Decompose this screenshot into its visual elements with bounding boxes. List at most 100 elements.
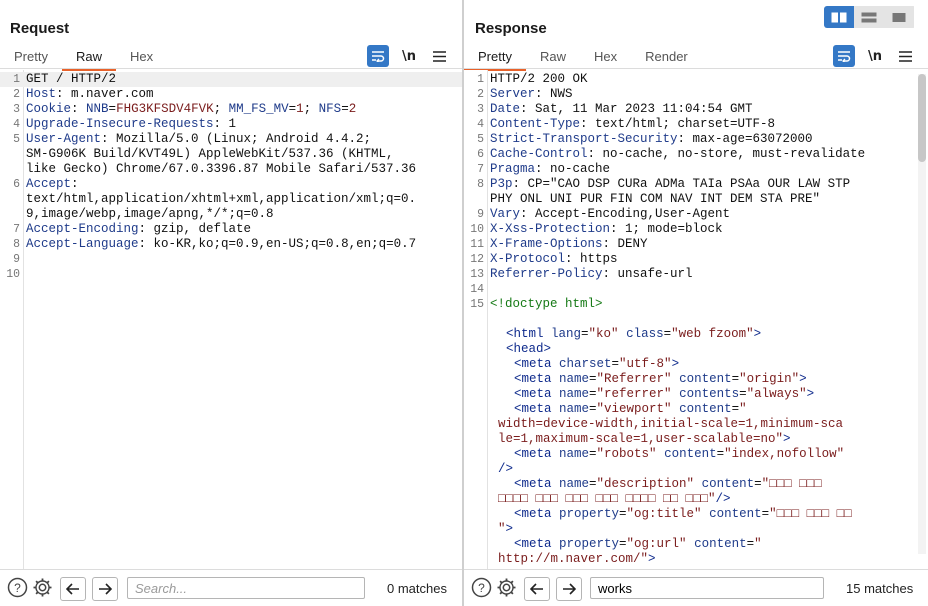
request-next-match-button[interactable] — [92, 577, 118, 601]
response-code-line[interactable]: <meta name="referrer" contents="always"> — [464, 387, 928, 402]
request-code-line[interactable]: like Gecko) Chrome/67.0.3396.87 Mobile S… — [0, 162, 462, 177]
request-prev-match-button[interactable] — [60, 577, 86, 601]
code-token: <meta — [514, 372, 560, 386]
response-editor[interactable]: 1 HTTP/2 200 OK 2 Server: NWS 3 Date: Sat, 11… — [464, 70, 928, 570]
request-code-line[interactable]: 6 Accept: — [0, 177, 462, 192]
response-code-line[interactable]: <meta name="description" content="□□□ □□… — [464, 477, 928, 492]
line-number: 4 — [13, 118, 20, 131]
request-help-button[interactable]: ? — [6, 576, 28, 598]
request-code-line[interactable]: 4 Upgrade-Insecure-Requests: 1 — [0, 117, 462, 132]
request-newline-toggle[interactable]: \n — [398, 45, 420, 67]
response-code-line[interactable] — [464, 312, 928, 327]
response-code-line[interactable]: http://m.naver.com/"> — [464, 552, 928, 567]
response-code-line[interactable]: 6 Cache-Control: no-cache, no-store, must… — [464, 147, 928, 162]
layout-side-by-side-button[interactable] — [824, 6, 854, 28]
response-code-line[interactable]: 11 X-Frame-Options: DENY — [464, 237, 928, 252]
line-text: Server: NWS — [490, 87, 573, 102]
code-token: : — [71, 102, 87, 116]
code-token: = — [341, 102, 349, 116]
request-code-line[interactable]: 2 Host: m.naver.com — [0, 87, 462, 102]
response-code-line[interactable]: <meta name="robots" content="index,nofol… — [464, 447, 928, 462]
request-code-line[interactable]: 9,image/webp,image/apng,*/*;q=0.8 — [0, 207, 462, 222]
code-token: "always" — [746, 387, 807, 401]
request-search-input[interactable] — [127, 577, 365, 599]
response-code-line[interactable]: 8 P3p: CP="CAO DSP CURa ADMa TAIa PSAa OU… — [464, 177, 928, 192]
response-code-line[interactable]: 4 Content-Type: text/html; charset=UTF-8 — [464, 117, 928, 132]
code-token: 2 — [348, 102, 357, 116]
request-code-line[interactable]: 1 GET / HTTP/2 — [0, 72, 462, 87]
request-word-wrap-button[interactable] — [367, 45, 389, 67]
response-code-line[interactable]: le=1,maximum-scale=1,user-scalable=no"> — [464, 432, 928, 447]
code-token: FHG3KFSDV4FVK — [116, 102, 214, 116]
response-code-line[interactable]: "> — [464, 522, 928, 537]
code-token: "og:title" — [626, 507, 702, 521]
response-tab-raw[interactable]: Raw — [526, 46, 580, 69]
request-code-line[interactable]: 10 — [0, 267, 462, 282]
response-search-input[interactable] — [590, 577, 824, 599]
code-token: SM-G906K Build/KVT49L) AppleWebKit/537.3… — [26, 147, 394, 161]
code-token: = — [663, 327, 672, 341]
code-token: : Sat, 11 Mar 2023 11:04:54 GMT — [520, 102, 753, 116]
response-code-line[interactable]: 9 Vary: Accept-Encoding,User-Agent — [464, 207, 928, 222]
response-code-line[interactable]: 7 Pragma: no-cache — [464, 162, 928, 177]
response-code-line[interactable]: <meta charset="utf-8"> — [464, 357, 928, 372]
response-code-line[interactable]: 12 X-Protocol: https — [464, 252, 928, 267]
response-code-line[interactable]: <html lang="ko" class="web fzoom"> — [464, 327, 928, 342]
code-token: P3p — [490, 177, 513, 191]
response-code-line[interactable]: /> — [464, 462, 928, 477]
request-code-line[interactable]: 7 Accept-Encoding: gzip, deflate — [0, 222, 462, 237]
layout-tabs-button[interactable] — [884, 6, 914, 28]
response-code-line[interactable]: 5 Strict-Transport-Security: max-age=6307… — [464, 132, 928, 147]
response-scrollbar[interactable] — [918, 74, 926, 554]
layout-stacked-button[interactable] — [854, 6, 884, 28]
response-code-line[interactable]: 10 X-Xss-Protection: 1; mode=block — [464, 222, 928, 237]
response-newline-toggle[interactable]: \n — [864, 45, 886, 67]
response-code-line[interactable]: <meta property="og:url" content=" — [464, 537, 928, 552]
request-code-line[interactable]: SM-G906K Build/KVT49L) AppleWebKit/537.3… — [0, 147, 462, 162]
request-code-line[interactable]: text/html,application/xhtml+xml,applicat… — [0, 192, 462, 207]
response-code-line[interactable]: 1 HTTP/2 200 OK — [464, 72, 928, 87]
response-tab-hex[interactable]: Hex — [580, 46, 631, 69]
request-code-line[interactable]: 8 Accept-Language: ko-KR,ko;q=0.9,en-US;q… — [0, 237, 462, 252]
response-code-line[interactable]: 3 Date: Sat, 11 Mar 2023 11:04:54 GMT — [464, 102, 928, 117]
wrap-icon — [372, 51, 385, 62]
response-next-match-button[interactable] — [556, 577, 582, 601]
response-code-line[interactable]: <meta name="viewport" content=" — [464, 402, 928, 417]
code-token: <meta — [514, 447, 560, 461]
response-help-button[interactable]: ? — [470, 576, 492, 598]
code-token: name — [559, 447, 590, 461]
request-tab-hex[interactable]: Hex — [116, 46, 167, 69]
request-code-line[interactable]: 9 — [0, 252, 462, 267]
request-menu-button[interactable] — [430, 45, 448, 67]
response-code-line[interactable]: width=device-width,initial-scale=1,minim… — [464, 417, 928, 432]
response-code-line[interactable]: PHY ONL UNI PUR FIN COM NAV INT DEM STA … — [464, 192, 928, 207]
request-settings-button[interactable] — [31, 576, 53, 598]
request-editor[interactable]: 1 GET / HTTP/2 2 Host: m.naver.com 3 Cookie: … — [0, 70, 462, 570]
request-tab-pretty[interactable]: Pretty — [0, 46, 62, 69]
request-code-line[interactable]: 3 Cookie: NNB=FHG3KFSDV4FVK; MM_FS_MV=1; … — [0, 102, 462, 117]
response-code-line[interactable]: <meta name="Referrer" content="origin"> — [464, 372, 928, 387]
request-code-line[interactable]: 5 User-Agent: Mozilla/5.0 (Linux; Android… — [0, 132, 462, 147]
response-menu-button[interactable] — [896, 45, 914, 67]
response-code-line[interactable]: 13 Referrer-Policy: unsafe-url — [464, 267, 928, 282]
response-scroll-thumb[interactable] — [918, 74, 926, 162]
response-code-line[interactable]: <meta property="og:title" content="□□□ □… — [464, 507, 928, 522]
line-text: /> — [498, 462, 513, 477]
line-number: 1 — [13, 73, 20, 86]
arrow-right-icon — [99, 583, 112, 595]
response-code-line[interactable]: <head> — [464, 342, 928, 357]
response-code-line[interactable]: 15 <!doctype html> — [464, 297, 928, 312]
response-prev-match-button[interactable] — [524, 577, 550, 601]
response-settings-button[interactable] — [495, 576, 517, 598]
response-code-line[interactable]: 14 — [464, 282, 928, 297]
code-token: Date — [490, 102, 521, 116]
response-code-line[interactable]: □□□□ □□□ □□□ □□□ □□□□ □□ □□□"/> — [464, 492, 928, 507]
line-text: <meta name="viewport" content=" — [514, 402, 747, 417]
response-tab-render[interactable]: Render — [631, 46, 702, 69]
response-word-wrap-button[interactable] — [833, 45, 855, 67]
response-code-line[interactable]: 2 Server: NWS — [464, 87, 928, 102]
code-token: "□□□ □□□ — [761, 477, 822, 491]
wrap-icon — [838, 51, 851, 62]
